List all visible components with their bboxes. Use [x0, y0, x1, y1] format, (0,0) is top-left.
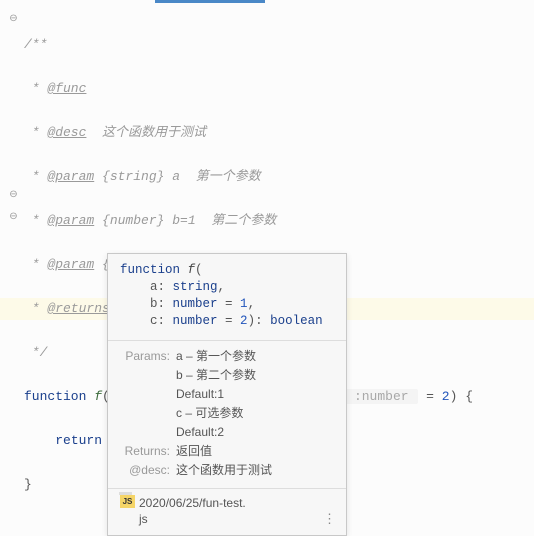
params-label: Params: [120, 347, 176, 366]
popup-signature: function f( a: string, b: number = 1, c:… [108, 254, 346, 341]
fold-icon[interactable]: ⊖ [8, 212, 19, 223]
fold-icon[interactable]: ⊖ [8, 190, 19, 201]
returns-label: Returns: [120, 442, 176, 461]
more-options-icon[interactable]: ⋮ [323, 511, 336, 527]
gutter: ⊖ ⊖ ⊖ [0, 12, 22, 512]
param-desc: a – 第一个参数 [176, 347, 334, 366]
param-default: Default:2 [176, 423, 334, 442]
desc-label: @desc: [120, 461, 176, 480]
param-default: Default:1 [176, 385, 334, 404]
desc-text: 这个函数用于测试 [176, 461, 334, 480]
popup-footer: JS 2020/06/25/fun-test.js ⋮ [108, 489, 346, 535]
documentation-popup: function f( a: string, b: number = 1, c:… [107, 253, 347, 536]
code-line: /** [24, 34, 473, 56]
active-tab-indicator [155, 0, 265, 3]
returns-desc: 返回值 [176, 442, 334, 461]
fold-icon[interactable]: ⊖ [8, 14, 19, 25]
popup-details: Params:a – 第一个参数 b – 第二个参数 Default:1 c –… [108, 341, 346, 489]
param-desc: c – 可选参数 [176, 404, 334, 423]
code-line: * @param {number} b=1 第二个参数 [24, 210, 473, 232]
code-line: * @desc 这个函数用于测试 [24, 122, 473, 144]
param-desc: b – 第二个参数 [176, 366, 334, 385]
js-file-icon: JS [120, 495, 135, 508]
code-line: * @param {string} a 第一个参数 [24, 166, 473, 188]
code-line: * @func [24, 78, 473, 100]
